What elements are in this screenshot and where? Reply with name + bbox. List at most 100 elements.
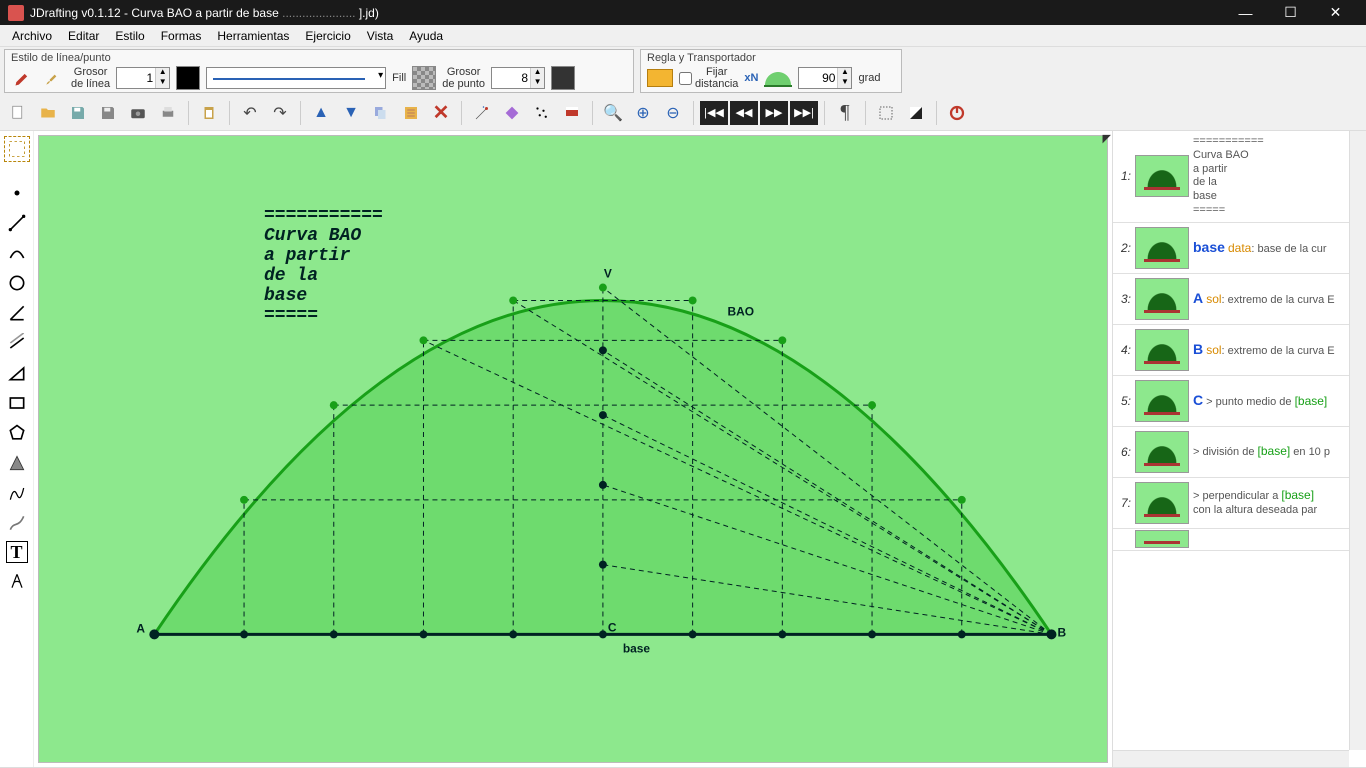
save-as-button[interactable] <box>94 99 122 127</box>
panel-title: Estilo de línea/punto <box>11 52 627 64</box>
delete-button[interactable]: ✕ <box>427 99 455 127</box>
point-color-swatch[interactable] <box>551 66 575 90</box>
wand-button[interactable] <box>468 99 496 127</box>
menu-archivo[interactable]: Archivo <box>4 27 60 45</box>
arc-tool[interactable] <box>5 241 29 265</box>
color-tool-button[interactable] <box>498 99 526 127</box>
scrollbar-vertical[interactable] <box>1349 131 1366 750</box>
step-description: A sol: extremo de la curva E <box>1193 290 1335 308</box>
fill-label: Fill <box>392 72 406 84</box>
line-width-spinner[interactable]: ▲▼ <box>116 67 170 89</box>
rectangle-tool[interactable] <box>5 391 29 415</box>
step-index: 1: <box>1117 169 1131 183</box>
window-title: JDrafting v0.1.12 - Curva BAO a partir d… <box>30 6 1223 20</box>
step-item[interactable]: 4: B sol: extremo de la curva E <box>1113 325 1366 376</box>
left-toolbox: T <box>0 131 34 767</box>
minimize-button[interactable]: — <box>1223 0 1268 25</box>
polygon-tool[interactable] <box>5 421 29 445</box>
text-tool[interactable]: T <box>6 541 28 563</box>
next-button[interactable]: ▶▶ <box>760 101 788 125</box>
prev-button[interactable]: ◀◀ <box>730 101 758 125</box>
xn-label[interactable]: xN <box>744 72 758 84</box>
step-index: 3: <box>1117 292 1131 306</box>
last-button[interactable]: ▶▶| <box>790 101 818 125</box>
menu-vista[interactable]: Vista <box>359 27 401 45</box>
options-toolbar: Estilo de línea/punto Grosor de línea ▲▼… <box>0 47 1366 95</box>
step-item[interactable]: 1: ===========Curva BAOa partirde labase… <box>1113 131 1366 223</box>
freehand-tool[interactable] <box>5 511 29 535</box>
eyedropper-icon[interactable] <box>11 66 35 90</box>
menu-ayuda[interactable]: Ayuda <box>401 27 451 45</box>
fill-swatch[interactable] <box>412 66 436 90</box>
step-item[interactable]: 2: base data: base de la cur <box>1113 223 1366 274</box>
save-button[interactable] <box>64 99 92 127</box>
panel-title: Regla y Transportador <box>647 52 895 64</box>
flag-button[interactable] <box>558 99 586 127</box>
undo-button[interactable]: ↶ <box>236 99 264 127</box>
copy-button[interactable] <box>367 99 395 127</box>
redo-button[interactable]: ↷ <box>266 99 294 127</box>
protractor-icon[interactable] <box>764 69 792 87</box>
move-up-button[interactable]: ▲ <box>307 99 335 127</box>
drawing-canvas[interactable]: V A B C BAO base =========== Curva BAO a… <box>38 135 1108 763</box>
menu-editar[interactable]: Editar <box>60 27 107 45</box>
menu-herramientas[interactable]: Herramientas <box>209 27 297 45</box>
step-description: B sol: extremo de la curva E <box>1193 341 1335 359</box>
zoom-fit-button[interactable]: 🔍 <box>599 99 627 127</box>
step-index: 7: <box>1117 496 1131 510</box>
angle-spinner[interactable]: ▲▼ <box>798 67 852 89</box>
line-style-dropdown[interactable]: ▾ <box>206 67 386 89</box>
cone-tool[interactable] <box>5 451 29 475</box>
step-description: base data: base de la cur <box>1193 239 1327 257</box>
scatter-button[interactable] <box>528 99 556 127</box>
line-tool[interactable] <box>5 211 29 235</box>
steps-list[interactable]: 1: ===========Curva BAOa partirde labase… <box>1113 131 1366 767</box>
grid-button[interactable] <box>872 99 900 127</box>
menu-formas[interactable]: Formas <box>153 27 210 45</box>
triangle-tool[interactable] <box>5 361 29 385</box>
step-thumbnail <box>1135 431 1189 473</box>
notes-button[interactable] <box>397 99 425 127</box>
title-bar: JDrafting v0.1.12 - Curva BAO a partir d… <box>0 0 1366 25</box>
brush-icon[interactable] <box>41 66 65 90</box>
zoom-out-button[interactable]: ⊖ <box>659 99 687 127</box>
new-button[interactable] <box>4 99 32 127</box>
label-c: C <box>608 621 617 635</box>
scrollbar-horizontal[interactable] <box>1113 750 1349 767</box>
compass-tool[interactable] <box>5 569 29 593</box>
select-tool[interactable] <box>5 137 29 161</box>
point-tool[interactable] <box>5 181 29 205</box>
angle-tool[interactable] <box>5 301 29 325</box>
maximize-button[interactable]: ☐ <box>1268 0 1313 25</box>
spline-tool[interactable] <box>5 481 29 505</box>
open-button[interactable] <box>34 99 62 127</box>
ruler-icon[interactable] <box>647 69 673 87</box>
step-item[interactable]: 7: > perpendicular a [base]con la altura… <box>1113 478 1366 529</box>
resize-handle-icon[interactable]: ◤ <box>1103 132 1111 145</box>
circle-tool[interactable] <box>5 271 29 295</box>
paragraph-button[interactable]: ¶ <box>831 99 859 127</box>
step-description: ===========Curva BAOa partirde labase===… <box>1193 135 1264 218</box>
parallel-tool[interactable] <box>5 331 29 355</box>
menu-ejercicio[interactable]: Ejercicio <box>297 27 358 45</box>
power-button[interactable] <box>943 99 971 127</box>
canvas-area: V A B C BAO base =========== Curva BAO a… <box>34 131 1112 767</box>
step-thumbnail <box>1135 482 1189 524</box>
ruler-protractor-panel: Regla y Transportador Fijar distancia xN… <box>640 49 902 93</box>
fix-distance-checkbox[interactable]: Fijar distancia <box>679 66 738 90</box>
screenshot-button[interactable] <box>124 99 152 127</box>
paste-button[interactable] <box>195 99 223 127</box>
zoom-in-button[interactable]: ⊕ <box>629 99 657 127</box>
step-item[interactable]: 5: C > punto medio de [base] <box>1113 376 1366 427</box>
step-item[interactable]: 6: > división de [base] en 10 p <box>1113 427 1366 478</box>
menu-estilo[interactable]: Estilo <box>107 27 152 45</box>
invert-button[interactable] <box>902 99 930 127</box>
close-button[interactable]: ✕ <box>1313 0 1358 25</box>
line-color-swatch[interactable] <box>176 66 200 90</box>
step-item[interactable]: 3: A sol: extremo de la curva E <box>1113 274 1366 325</box>
point-width-spinner[interactable]: ▲▼ <box>491 67 545 89</box>
step-description: C > punto medio de [base] <box>1193 392 1327 410</box>
first-button[interactable]: |◀◀ <box>700 101 728 125</box>
print-button[interactable] <box>154 99 182 127</box>
move-down-button[interactable]: ▼ <box>337 99 365 127</box>
